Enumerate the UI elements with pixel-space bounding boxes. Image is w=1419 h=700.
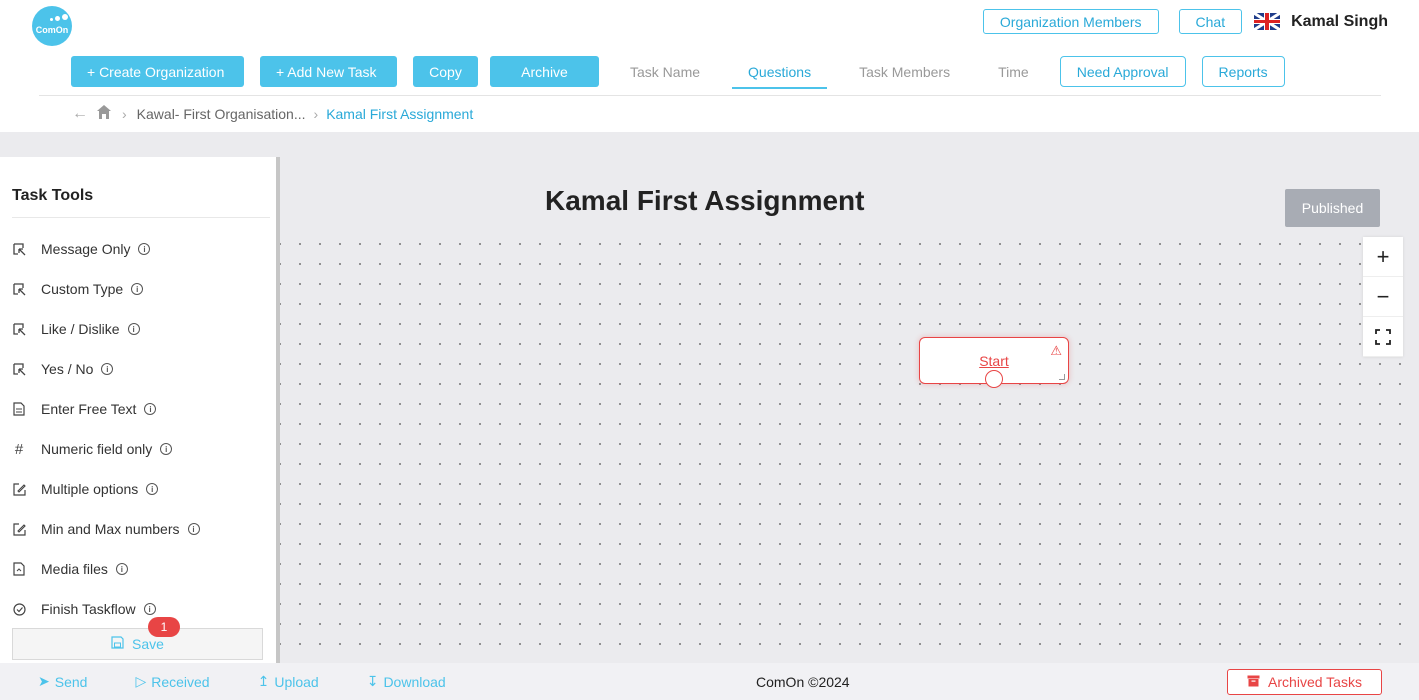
breadcrumb: ← › Kawal- First Organisation... › Kamal… — [72, 104, 473, 123]
select-icon — [12, 362, 26, 376]
info-icon[interactable]: i — [138, 243, 151, 255]
hash-icon: # — [14, 440, 24, 458]
tool-message-only[interactable]: Message Only i — [12, 237, 151, 261]
start-node-label[interactable]: Start — [920, 353, 1068, 369]
info-icon[interactable]: i — [127, 323, 140, 335]
info-icon[interactable]: i — [143, 603, 156, 615]
chevron-right-icon: › — [313, 105, 319, 122]
document-icon — [12, 402, 26, 416]
tool-label: Custom Type — [41, 281, 124, 297]
tool-label: Media files — [41, 561, 108, 577]
edit-icon — [12, 522, 26, 536]
upload-link[interactable]: ↥ Upload — [258, 673, 343, 690]
task-tools-sidebar: Task Tools Message Only i Custom Type i … — [0, 157, 276, 663]
zoom-out-icon[interactable]: − — [1363, 277, 1403, 317]
info-icon[interactable]: i — [144, 403, 157, 415]
info-icon[interactable]: i — [146, 483, 159, 495]
received-link[interactable]: ▷ Received — [135, 673, 233, 690]
chat-button[interactable]: Chat — [1178, 9, 1243, 34]
save-icon — [111, 636, 124, 652]
tool-label: Message Only — [41, 241, 131, 257]
info-icon[interactable]: i — [160, 443, 173, 455]
select-icon — [12, 282, 26, 296]
send-icon: ➤ — [38, 673, 50, 689]
select-icon — [12, 242, 26, 256]
upload-icon: ↥ — [257, 673, 270, 689]
tool-yes-no[interactable]: Yes / No i — [12, 357, 114, 381]
breadcrumb-organization[interactable]: Kawal- First Organisation... — [137, 106, 306, 122]
tool-custom-type[interactable]: Custom Type i — [12, 277, 144, 301]
flow-canvas[interactable] — [280, 157, 1419, 663]
published-status-button[interactable]: Published — [1285, 189, 1380, 227]
send-link[interactable]: ➤ Send — [38, 673, 111, 690]
tool-finish-taskflow[interactable]: Finish Taskflow i — [12, 597, 156, 621]
zoom-controls: + − — [1363, 237, 1403, 357]
tool-label: Like / Dislike — [41, 321, 120, 337]
back-arrow-icon[interactable]: ← — [72, 105, 88, 123]
archived-tasks-button[interactable]: Archived Tasks — [1227, 669, 1382, 695]
tool-multiple-options[interactable]: Multiple options i — [12, 477, 159, 501]
download-link[interactable]: ↧ Download — [367, 673, 470, 690]
app-footer: ➤ Send ▷ Received ↥ Upload ↧ Download ComOn … — [0, 663, 1419, 700]
header-divider — [39, 95, 1381, 96]
reports-button[interactable]: Reports — [1201, 56, 1285, 87]
tool-numeric-field[interactable]: # Numeric field only i — [12, 437, 173, 461]
user-name[interactable]: Kamal Singh — [1291, 13, 1388, 31]
info-icon[interactable]: i — [101, 363, 114, 375]
tool-label: Enter Free Text — [41, 401, 137, 417]
info-icon[interactable]: i — [131, 283, 144, 295]
start-node[interactable]: Start ⚠ — [919, 337, 1069, 388]
create-organization-button[interactable]: + Create Organization — [71, 56, 244, 87]
archive-box-icon — [1247, 674, 1260, 690]
tool-label: Yes / No — [41, 361, 94, 377]
organization-members-button[interactable]: Organization Members — [982, 9, 1159, 34]
breadcrumb-current-task: Kamal First Assignment — [326, 105, 474, 122]
comon-logo[interactable]: ComOn — [32, 6, 72, 46]
tool-like-dislike[interactable]: Like / Dislike i — [12, 317, 140, 341]
tool-min-max-numbers[interactable]: Min and Max numbers i — [12, 517, 200, 541]
tab-time[interactable]: Time — [998, 64, 1029, 80]
tool-label: Numeric field only — [41, 441, 153, 457]
info-icon[interactable]: i — [115, 563, 128, 575]
tool-label: Finish Taskflow — [41, 601, 136, 617]
tool-enter-free-text[interactable]: Enter Free Text i — [12, 397, 157, 421]
app-header: ComOn Organization Members Chat Kamal Si… — [0, 0, 1419, 132]
info-icon[interactable]: i — [187, 523, 200, 535]
uk-flag-icon[interactable] — [1254, 13, 1281, 30]
select-icon — [12, 322, 26, 336]
zoom-in-icon[interactable]: + — [1363, 237, 1403, 277]
save-label: Save — [132, 636, 164, 652]
unsaved-count-badge: 1 — [148, 617, 180, 637]
download-icon: ↧ — [366, 673, 379, 689]
save-button[interactable]: Save — [12, 628, 263, 660]
resize-handle[interactable] — [1059, 374, 1065, 380]
logo-text: ComOn — [35, 25, 69, 35]
archive-button[interactable]: Archive — [490, 56, 599, 87]
tab-questions[interactable]: Questions — [732, 64, 828, 89]
tool-label: Multiple options — [41, 481, 139, 497]
received-icon: ▷ — [135, 673, 147, 689]
node-connection-handle[interactable] — [985, 370, 1003, 388]
file-icon — [12, 562, 26, 576]
check-circle-icon — [12, 602, 26, 616]
task-title: Kamal First Assignment — [545, 185, 865, 216]
task-toolbar: + Create Organization + Add New Task Cop… — [71, 56, 1285, 89]
chevron-right-icon: › — [122, 105, 127, 122]
edit-icon — [12, 482, 26, 496]
copyright-text: ComOn ©2024 — [756, 674, 850, 690]
home-icon[interactable] — [96, 104, 112, 123]
tab-task-name[interactable]: Task Name — [630, 64, 700, 80]
tool-media-files[interactable]: Media files i — [12, 557, 128, 581]
sidebar-title: Task Tools — [12, 187, 94, 204]
copy-button[interactable]: Copy — [413, 56, 478, 87]
tool-label: Min and Max numbers — [41, 521, 180, 537]
add-new-task-button[interactable]: + Add New Task — [260, 56, 397, 87]
warning-icon: ⚠ — [1050, 343, 1062, 358]
need-approval-button[interactable]: Need Approval — [1059, 56, 1186, 87]
fit-view-icon[interactable] — [1363, 317, 1403, 357]
tab-task-members[interactable]: Task Members — [859, 64, 950, 80]
